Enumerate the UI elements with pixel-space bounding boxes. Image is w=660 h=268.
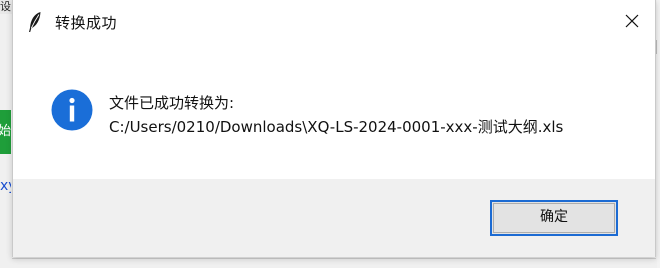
- dialog-title: 转换成功: [55, 14, 118, 32]
- close-icon: [625, 14, 639, 28]
- info-icon: [51, 89, 93, 131]
- background-window-fragment: 设: [0, 0, 12, 14]
- file-path: C:/Users/0210/Downloads\XQ-LS-2024-0001-…: [109, 118, 564, 136]
- background-divider: [12, 258, 656, 259]
- dialog-titlebar[interactable]: 转换成功: [13, 0, 655, 44]
- message-line: 文件已成功转换为:: [109, 94, 235, 112]
- background-title-fragment: 设: [0, 0, 11, 13]
- close-button[interactable]: [609, 0, 655, 44]
- background-link-fragment[interactable]: xy: [0, 178, 11, 194]
- ok-button[interactable]: 确定: [490, 200, 618, 236]
- dialog-body: 文件已成功转换为: C:/Users/0210/Downloads\XQ-LS-…: [13, 44, 655, 179]
- feather-icon: [27, 11, 43, 33]
- background-divider: [656, 40, 657, 54]
- ok-button-label: 确定: [540, 209, 568, 225]
- screen: 设 始 xy 转换成功: [0, 0, 660, 268]
- background-start-button-label: 始: [0, 124, 11, 139]
- dialog-footer: 确定: [13, 179, 655, 257]
- success-dialog: 转换成功 文件已成功转换为: C:/Users/0210/Downloads\X…: [12, 0, 656, 257]
- dialog-message: 文件已成功转换为: C:/Users/0210/Downloads\XQ-LS-…: [109, 91, 563, 139]
- background-start-button[interactable]: 始: [0, 110, 11, 154]
